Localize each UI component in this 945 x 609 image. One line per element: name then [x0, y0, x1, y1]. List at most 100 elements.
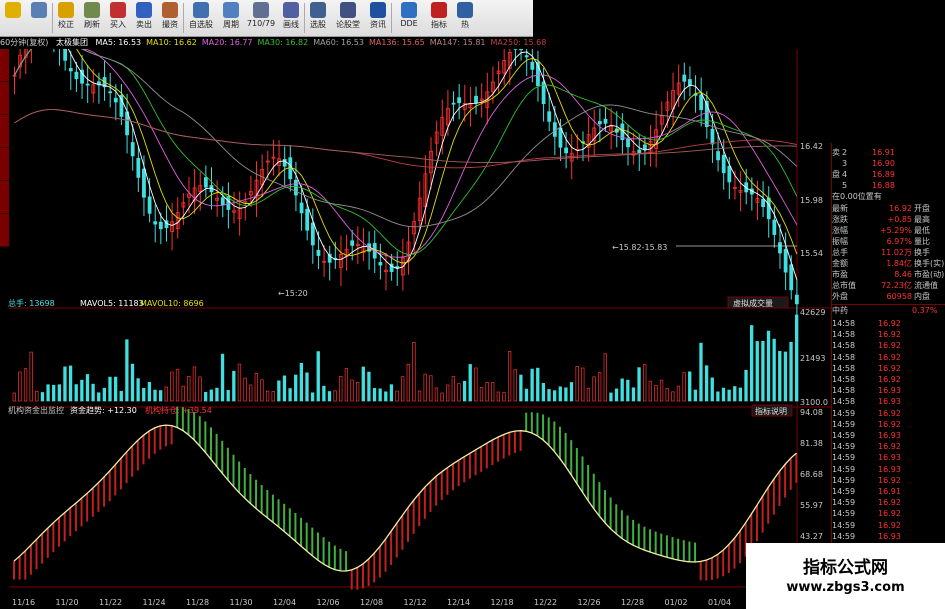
volume-bar	[558, 386, 562, 402]
sell-button[interactable]: 卖出	[131, 0, 157, 36]
volume-bar	[519, 374, 523, 402]
position-label: 在0.00位置有	[832, 192, 882, 201]
price-tick: 15.98	[800, 196, 823, 205]
candle-body	[288, 157, 293, 180]
volume-bar	[614, 388, 619, 402]
volume-bar	[57, 384, 61, 402]
indicator-tick: 55.97	[800, 501, 823, 510]
quote-row: 总手 11.02万 换手	[832, 248, 930, 257]
volume-bar	[68, 365, 73, 402]
volume-bar	[327, 391, 332, 402]
candle-body	[716, 151, 720, 161]
news-icon	[370, 2, 386, 18]
volume-bar	[592, 376, 596, 402]
tick-row: 14:5916.92	[832, 419, 901, 429]
range-annotation: ←15.82-15.83	[612, 243, 667, 252]
volume-bar	[626, 379, 630, 402]
volume-bar	[704, 365, 709, 402]
candle-body	[153, 221, 158, 225]
volume-bar	[682, 372, 686, 402]
refresh-button[interactable]: 校正	[53, 0, 79, 36]
forum-button[interactable]: 论股堂	[331, 0, 365, 36]
volume-bar	[468, 364, 472, 402]
toolbar-label: 撮资	[162, 20, 178, 29]
indicator-stat: 资金趋势: +12.30	[70, 405, 137, 415]
buy-button[interactable]: 买入	[105, 0, 131, 36]
toolbar-label: 卖出	[136, 20, 152, 29]
volume-bar	[355, 381, 360, 402]
volume-bar	[598, 372, 602, 402]
candle-body	[721, 154, 726, 174]
volume-bar	[277, 380, 281, 402]
volume-bar	[609, 392, 613, 402]
volume-bar	[220, 353, 225, 402]
date-tick: 12/12	[404, 598, 427, 607]
volume-bar	[586, 387, 591, 402]
volume-bar	[659, 379, 664, 402]
tick-row: 14:58 16.92	[832, 330, 901, 340]
toolbar-label: 周期	[223, 20, 239, 29]
favorites-button[interactable]: 自选股	[184, 0, 218, 36]
volume-bar	[237, 363, 242, 402]
pen-button[interactable]: 画线	[278, 0, 304, 36]
chart-button[interactable]: 710/79	[244, 0, 278, 36]
volume-bar	[716, 391, 720, 402]
volume-bar	[175, 368, 180, 402]
candle-body	[316, 249, 321, 256]
candle-body	[350, 240, 355, 246]
volume-bar	[581, 367, 585, 402]
volume-bar	[310, 392, 315, 402]
volume-bar	[142, 387, 146, 402]
watermark-title: 指标公式网	[803, 558, 888, 578]
tick-row: 14:59 16.91	[832, 487, 901, 496]
volume-bar	[783, 351, 788, 402]
quote-row: 总市值 72.23亿 流通值	[832, 281, 938, 290]
candle-body	[682, 74, 687, 82]
date-tick: 11/24	[143, 598, 166, 607]
funds-button[interactable]: DDE	[392, 0, 426, 36]
clock-button[interactable]: 刷新	[79, 0, 105, 36]
volume-bar	[485, 382, 489, 402]
volume-bar	[733, 386, 737, 402]
volume-bar	[322, 385, 326, 402]
toolbar-label: 热	[461, 20, 469, 29]
volume-bar	[74, 384, 78, 402]
volume-bar	[569, 382, 574, 402]
volume-bar	[676, 385, 681, 402]
tick-row: 14:5916.92	[832, 408, 901, 418]
watermark-url[interactable]: www.zbgs3.com	[746, 580, 945, 595]
hand-button[interactable]: 撮资	[157, 0, 183, 36]
date-tick: 12/28	[621, 598, 644, 607]
volume-bar	[552, 390, 557, 402]
volume-bar	[727, 389, 731, 402]
tick-row: 14:5916.93	[832, 531, 901, 541]
volume-bar	[401, 376, 405, 402]
volume-bar	[119, 390, 123, 402]
quote-row: 涨跌 +0.85 最高	[832, 215, 930, 224]
volume-tick: 3100.0	[800, 398, 828, 407]
hot-button[interactable]: 热	[452, 0, 478, 36]
date-tick: 12/26	[578, 598, 601, 607]
indicator-button[interactable]: 指标	[426, 0, 452, 36]
volume-bar	[215, 387, 219, 402]
candle-body	[597, 121, 602, 125]
indicator-help-label: 指标说明	[755, 406, 787, 416]
period-label[interactable]: 60分钟(复权)	[0, 38, 48, 47]
tick-row: 14:58 16.92	[832, 319, 901, 328]
refresh-icon	[58, 2, 74, 18]
screen-button[interactable]: 选股	[305, 0, 331, 36]
candle-body	[294, 179, 298, 196]
volume-bar	[541, 382, 546, 402]
funds-icon	[401, 2, 417, 18]
volume-bar	[423, 373, 427, 402]
news-button[interactable]: 资讯	[365, 0, 391, 36]
home-icon	[31, 2, 47, 18]
candle-body	[761, 198, 765, 208]
cycle-button[interactable]: 周期	[218, 0, 244, 36]
back-arrow-button[interactable]	[0, 0, 26, 36]
stock-chart[interactable]: 16.42 15.98 15.54 ←15:20 ←15.82-15.83 总手: 136…	[0, 49, 831, 609]
volume-bar	[339, 376, 343, 402]
candle-body	[158, 221, 163, 230]
volume-bar	[440, 392, 444, 402]
home-button[interactable]	[26, 0, 52, 36]
